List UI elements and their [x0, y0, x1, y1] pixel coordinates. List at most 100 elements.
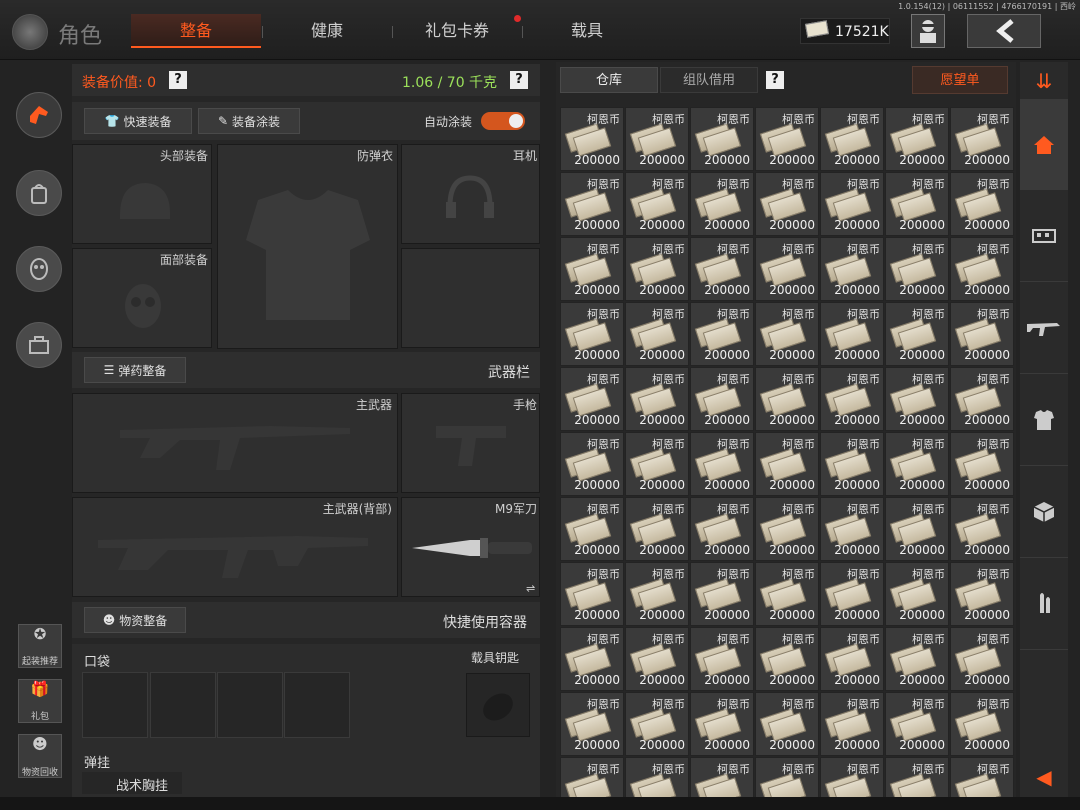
- storage-item-cell[interactable]: 柯恩币200000: [885, 432, 949, 496]
- storage-item-cell[interactable]: 柯恩币200000: [950, 302, 1014, 366]
- storage-item-cell[interactable]: 柯恩币200000: [885, 692, 949, 756]
- storage-item-cell[interactable]: 柯恩币200000: [625, 497, 689, 561]
- storage-item-cell[interactable]: 柯恩币200000: [755, 172, 819, 236]
- storage-item-cell[interactable]: 柯恩币200000: [560, 692, 624, 756]
- storage-item-cell[interactable]: 柯恩币200000: [820, 757, 884, 797]
- nav-character[interactable]: [16, 92, 62, 138]
- storage-item-cell[interactable]: 柯恩币200000: [820, 302, 884, 366]
- storage-item-cell[interactable]: 柯恩币200000: [690, 367, 754, 431]
- storage-item-cell[interactable]: 柯恩币200000: [885, 107, 949, 171]
- storage-item-cell[interactable]: 柯恩币200000: [560, 627, 624, 691]
- storage-item-cell[interactable]: 柯恩币200000: [950, 172, 1014, 236]
- storage-item-cell[interactable]: 柯恩币200000: [820, 367, 884, 431]
- storage-item-cell[interactable]: 柯恩币200000: [755, 432, 819, 496]
- help-icon[interactable]: ?: [766, 71, 784, 89]
- profile-button[interactable]: [911, 14, 945, 48]
- storage-item-cell[interactable]: 柯恩币200000: [690, 237, 754, 301]
- storage-item-cell[interactable]: 柯恩币200000: [625, 692, 689, 756]
- nav-mask[interactable]: [16, 246, 62, 292]
- storage-item-cell[interactable]: 柯恩币200000: [755, 562, 819, 626]
- quick-equip-button[interactable]: 👕 快速装备: [84, 108, 192, 134]
- storage-item-cell[interactable]: 柯恩币200000: [755, 627, 819, 691]
- tab-team-borrow[interactable]: 组队借用: [660, 67, 758, 93]
- storage-item-cell[interactable]: 柯恩币200000: [690, 107, 754, 171]
- nav-backpack[interactable]: [16, 170, 62, 216]
- tab-equip[interactable]: 整备: [131, 14, 261, 48]
- storage-item-cell[interactable]: 柯恩币200000: [950, 692, 1014, 756]
- storage-item-cell[interactable]: 柯恩币200000: [950, 562, 1014, 626]
- storage-item-cell[interactable]: 柯恩币200000: [820, 497, 884, 561]
- storage-item-cell[interactable]: 柯恩币200000: [885, 497, 949, 561]
- storage-item-cell[interactable]: 柯恩币200000: [950, 627, 1014, 691]
- storage-item-cell[interactable]: 柯恩币200000: [755, 237, 819, 301]
- storage-item-cell[interactable]: 柯恩币200000: [690, 627, 754, 691]
- storage-item-cell[interactable]: 柯恩币200000: [560, 757, 624, 797]
- storage-item-cell[interactable]: 柯恩币200000: [885, 562, 949, 626]
- storage-item-cell[interactable]: 柯恩币200000: [950, 107, 1014, 171]
- tab-gift-coupons[interactable]: 礼包卡券: [392, 14, 522, 48]
- storage-item-cell[interactable]: 柯恩币200000: [950, 432, 1014, 496]
- storage-item-cell[interactable]: 柯恩币200000: [885, 757, 949, 797]
- storage-item-cell[interactable]: 柯恩币200000: [885, 367, 949, 431]
- swap-icon[interactable]: ⇌: [526, 582, 535, 595]
- storage-item-cell[interactable]: 柯恩币200000: [560, 302, 624, 366]
- extra-slot[interactable]: [401, 248, 540, 348]
- tab-vehicle[interactable]: 载具: [522, 14, 652, 48]
- tab-warehouse[interactable]: 仓库: [560, 67, 658, 93]
- nav-packages[interactable]: [1020, 466, 1068, 558]
- storage-item-cell[interactable]: 柯恩币200000: [820, 107, 884, 171]
- storage-item-cell[interactable]: 柯恩币200000: [625, 432, 689, 496]
- storage-item-cell[interactable]: 柯恩币200000: [950, 757, 1014, 797]
- tab-health[interactable]: 健康: [262, 14, 392, 48]
- storage-item-cell[interactable]: 柯恩币200000: [690, 432, 754, 496]
- storage-item-cell[interactable]: 柯恩币200000: [690, 692, 754, 756]
- storage-item-cell[interactable]: 柯恩币200000: [625, 367, 689, 431]
- pocket-slot[interactable]: [82, 672, 148, 738]
- storage-item-cell[interactable]: 柯恩币200000: [820, 172, 884, 236]
- storage-item-cell[interactable]: 柯恩币200000: [820, 627, 884, 691]
- storage-item-cell[interactable]: 柯恩币200000: [820, 692, 884, 756]
- supply-button[interactable]: ☻ 物资整备: [84, 607, 186, 633]
- nav-toolbox[interactable]: [16, 322, 62, 368]
- storage-item-cell[interactable]: 柯恩币200000: [625, 237, 689, 301]
- storage-item-cell[interactable]: 柯恩币200000: [625, 302, 689, 366]
- help-icon[interactable]: ?: [510, 71, 528, 89]
- pocket-slot[interactable]: [150, 672, 216, 738]
- storage-item-cell[interactable]: 柯恩币200000: [950, 497, 1014, 561]
- storage-item-cell[interactable]: 柯恩币200000: [560, 237, 624, 301]
- nav-weapons[interactable]: [1020, 282, 1068, 374]
- storage-item-cell[interactable]: 柯恩币200000: [755, 692, 819, 756]
- storage-item-cell[interactable]: 柯恩币200000: [820, 237, 884, 301]
- storage-item-cell[interactable]: 柯恩币200000: [950, 237, 1014, 301]
- storage-item-cell[interactable]: 柯恩币200000: [755, 497, 819, 561]
- nav-armor[interactable]: [1020, 374, 1068, 466]
- pocket-slot[interactable]: [217, 672, 283, 738]
- storage-item-cell[interactable]: 柯恩币200000: [690, 497, 754, 561]
- storage-item-cell[interactable]: 柯恩币200000: [820, 562, 884, 626]
- storage-item-cell[interactable]: 柯恩币200000: [690, 757, 754, 797]
- collapse-button[interactable]: ◀: [1020, 758, 1068, 796]
- storage-item-cell[interactable]: 柯恩币200000: [560, 367, 624, 431]
- storage-item-cell[interactable]: 柯恩币200000: [755, 757, 819, 797]
- storage-item-cell[interactable]: 柯恩币200000: [625, 172, 689, 236]
- back-button[interactable]: [967, 14, 1041, 48]
- storage-item-cell[interactable]: 柯恩币200000: [950, 367, 1014, 431]
- storage-item-cell[interactable]: 柯恩币200000: [885, 627, 949, 691]
- storage-item-cell[interactable]: 柯恩币200000: [625, 562, 689, 626]
- storage-item-cell[interactable]: 柯恩币200000: [690, 562, 754, 626]
- help-icon[interactable]: ?: [169, 71, 187, 89]
- storage-item-cell[interactable]: 柯恩币200000: [755, 302, 819, 366]
- pocket-slot[interactable]: [284, 672, 350, 738]
- storage-item-cell[interactable]: 柯恩币200000: [755, 107, 819, 171]
- nav-home[interactable]: [1020, 100, 1068, 190]
- nav-ammo[interactable]: [1020, 558, 1068, 650]
- paint-button[interactable]: ✎ 装备涂装: [198, 108, 300, 134]
- storage-item-cell[interactable]: 柯恩币200000: [560, 432, 624, 496]
- vehicle-key-slot[interactable]: [466, 673, 530, 737]
- auto-paint-toggle[interactable]: [481, 112, 525, 130]
- storage-item-cell[interactable]: 柯恩币200000: [690, 302, 754, 366]
- storage-item-cell[interactable]: 柯恩币200000: [625, 627, 689, 691]
- ammo-button[interactable]: ☰ 弹药整备: [84, 357, 186, 383]
- storage-item-cell[interactable]: 柯恩币200000: [560, 172, 624, 236]
- storage-item-cell[interactable]: 柯恩币200000: [820, 432, 884, 496]
